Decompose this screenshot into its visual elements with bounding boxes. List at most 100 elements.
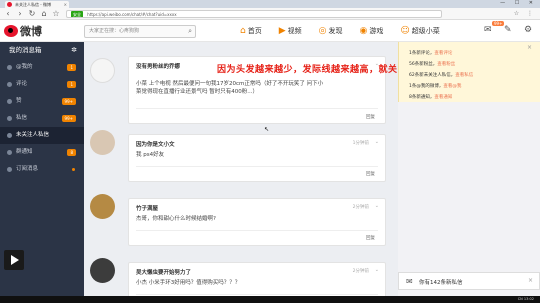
- sender-name[interactable]: 没有男粉丝的乔娜: [136, 62, 180, 70]
- nav-label: 发现: [328, 27, 343, 35]
- chevron-down-icon[interactable]: ⌄: [375, 203, 379, 209]
- window-controls[interactable]: — ☐ ✕: [500, 0, 537, 8]
- message-text: 菜觉得现在直播行业还景气吗 暂时只有400粉...）: [136, 89, 258, 95]
- search-input[interactable]: 大家正在搜：心疼狗狗 ⌕: [84, 25, 196, 38]
- weibo-favicon-icon: [7, 2, 12, 7]
- nav-label: 超级小菜: [411, 27, 440, 35]
- avatar[interactable]: [90, 194, 115, 219]
- avatar[interactable]: [90, 258, 115, 283]
- nav-label: 首页: [247, 27, 262, 35]
- sidebar-item-label: 评论: [16, 81, 28, 87]
- settings-gear-icon[interactable]: ⚙: [524, 25, 532, 35]
- notification-text: 1条新评论，: [409, 51, 435, 56]
- sidebar-item-mentions[interactable]: @我的 1: [0, 59, 84, 76]
- user-nav-icon: ☺: [400, 26, 410, 36]
- notification-text: 56条新粉丝，: [409, 62, 438, 67]
- sidebar-item-subscriptions[interactable]: 订阅消息: [0, 161, 84, 178]
- sender-name[interactable]: 因为你是文小文: [136, 140, 175, 148]
- toast-text: 你有142条新私信: [419, 280, 463, 286]
- subscription-icon: [7, 167, 12, 172]
- sidebar-item-private-messages[interactable]: 私信 99+: [0, 110, 84, 127]
- avatar[interactable]: [90, 58, 115, 83]
- video-nav-icon: ▶: [278, 26, 286, 36]
- sidebar-item-count: 99+: [61, 98, 76, 105]
- message-card[interactable]: 竹子满屋 2分钟前 ⌄ 杰哥，你和甜心什么时候结婚啊? 回复: [128, 198, 386, 246]
- sidebar-item-count: 1: [67, 64, 76, 71]
- nav-game[interactable]: ◉ 游戏: [360, 24, 384, 38]
- chevron-down-icon[interactable]: ⌄: [375, 267, 379, 273]
- notification-link[interactable]: 查看粉丝: [437, 62, 455, 67]
- message-count-badge: 99+: [492, 21, 505, 26]
- back-icon[interactable]: ‹: [3, 9, 13, 19]
- taskbar: CN 13:02: [0, 296, 540, 303]
- sender-name[interactable]: 吴大懒虫要开始努力了: [136, 268, 191, 276]
- divider: [136, 166, 378, 167]
- nav-label: 视频: [287, 27, 302, 35]
- sidebar-item-likes[interactable]: 赞 99+: [0, 93, 84, 110]
- nav-video[interactable]: ▶ 视频: [279, 24, 302, 38]
- reply-button[interactable]: 回复: [366, 171, 375, 177]
- secure-badge: 安全: [71, 11, 83, 17]
- envelope-icon: ✉: [406, 277, 413, 286]
- notification-item[interactable]: 62条新未关注人私信，查看私信: [409, 72, 473, 78]
- play-icon[interactable]: [4, 250, 24, 270]
- url-field[interactable]: 安全 https://api.weibo.com/chat/#/chat?uid…: [66, 10, 442, 18]
- screen: 未关注人私信 - 微博 × — ☐ ✕ ‹ › ↻ ⌂ ☆ 安全 https:/…: [0, 0, 540, 303]
- sidebar-item-group-notices[interactable]: 群通知 8: [0, 144, 84, 161]
- notification-link[interactable]: 查看评论: [434, 51, 452, 56]
- browser-tab[interactable]: 未关注人私信 - 微博 ×: [5, 1, 69, 8]
- browser-toolbar-icons[interactable]: ☆ ⋮: [514, 10, 536, 17]
- at-icon: [7, 65, 12, 70]
- notification-item[interactable]: 1条新评论，查看评论: [409, 50, 452, 56]
- like-icon: [7, 99, 12, 104]
- notification-item[interactable]: 56条新粉丝，查看粉丝: [409, 61, 455, 67]
- message-card[interactable]: 因为你是文小文 1分钟前 ⌄ 我 ps4好友 回复: [128, 134, 386, 182]
- tab-close-icon[interactable]: ×: [64, 1, 67, 8]
- star-icon[interactable]: ☆: [51, 9, 61, 19]
- notification-item[interactable]: 8条新通知，查看通知: [409, 94, 452, 100]
- compose-icon[interactable]: ✎: [504, 25, 512, 35]
- home-icon[interactable]: ⌂: [39, 9, 49, 19]
- message-icon[interactable]: ✉: [484, 25, 492, 35]
- tab-title: 未关注人私信 - 微博: [15, 2, 51, 7]
- close-icon[interactable]: ×: [528, 277, 533, 284]
- sender-name[interactable]: 竹子满屋: [136, 204, 158, 212]
- comment-icon: [7, 82, 12, 87]
- notification-text: 1条@我的微博，: [409, 84, 444, 89]
- sidebar-item-unfollowed-messages[interactable]: 未关注人私信: [0, 127, 84, 144]
- sidebar-gear-icon[interactable]: ✲: [71, 42, 77, 59]
- weibo-eye-icon: [4, 25, 18, 37]
- reply-button[interactable]: 回复: [366, 114, 375, 120]
- home-nav-icon: ⌂: [240, 26, 246, 36]
- notification-link[interactable]: 查看私信: [455, 73, 473, 78]
- reload-icon[interactable]: ↻: [27, 9, 37, 19]
- notification-item[interactable]: 1条@我的微博，查看@我: [409, 83, 461, 89]
- nav-profile[interactable]: ☺ 超级小菜: [400, 24, 439, 38]
- avatar[interactable]: [90, 130, 115, 155]
- nav-home[interactable]: ⌂ 首页: [240, 24, 262, 38]
- nav-discover[interactable]: ◎ 发现: [319, 24, 343, 38]
- message-text: 我 ps4好友: [136, 152, 165, 158]
- weibo-logo[interactable]: 微博: [4, 23, 42, 39]
- message-card[interactable]: 吴大懒虫要开始努力了 2分钟前 ⌄ 小杰 小米手环3好用吗？值得购买吗？？？ 回…: [128, 262, 386, 296]
- timestamp: 2分钟前: [352, 205, 369, 210]
- search-placeholder: 大家正在搜：心疼狗狗: [89, 28, 140, 34]
- notification-link[interactable]: 查看通知: [434, 95, 452, 100]
- divider: [136, 230, 378, 231]
- reply-button[interactable]: 回复: [366, 235, 375, 241]
- sidebar-item-label: 未关注人私信: [16, 132, 50, 138]
- sidebar-title-text: 我的消息箱: [9, 46, 42, 54]
- new-message-toast[interactable]: ✉ 你有142条新私信 ×: [398, 272, 540, 290]
- sidebar-item-comments[interactable]: 评论 1: [0, 76, 84, 93]
- search-icon[interactable]: ⌕: [188, 26, 192, 37]
- close-icon[interactable]: ×: [527, 44, 532, 51]
- group-icon: [7, 150, 12, 155]
- address-bar: ‹ › ↻ ⌂ ☆ 安全 https://api.weibo.com/chat/…: [0, 8, 540, 20]
- forward-icon[interactable]: ›: [15, 9, 25, 19]
- browser-window: 未关注人私信 - 微博 × — ☐ ✕ ‹ › ↻ ⌂ ☆ 安全 https:/…: [0, 0, 540, 296]
- mouse-cursor-icon: ↖: [264, 126, 270, 133]
- sidebar-item-label: 订阅消息: [16, 166, 39, 172]
- notification-link[interactable]: 查看@我: [443, 84, 461, 89]
- top-nav: ⌂ 首页 ▶ 视频 ◎ 发现 ◉ 游戏 ☺ 超级小菜: [240, 24, 457, 38]
- chevron-down-icon[interactable]: ⌄: [375, 139, 379, 145]
